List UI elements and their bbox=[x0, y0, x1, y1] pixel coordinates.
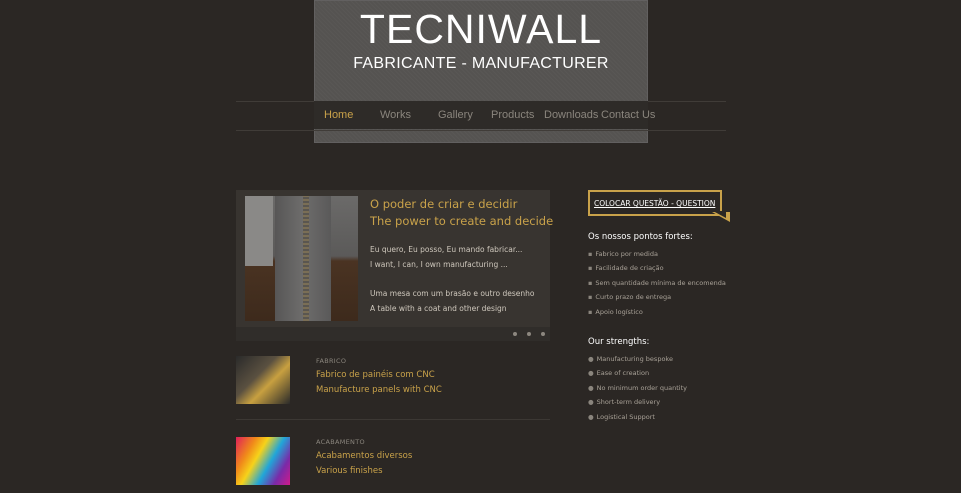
feature-link[interactable]: Various finishes bbox=[316, 466, 383, 476]
bullet-icon: ● bbox=[588, 413, 594, 421]
bullet-icon: ▪ bbox=[588, 264, 593, 272]
slider-dot[interactable] bbox=[513, 332, 517, 336]
bullet-icon: ● bbox=[588, 384, 594, 392]
strength-item: ▪ Fabrico por medida bbox=[588, 250, 658, 258]
slider-text: I want, I can, I own manufacturing ... bbox=[370, 260, 508, 269]
feature-link[interactable]: Fabrico de painéis com CNC bbox=[316, 370, 435, 380]
slider-text: Uma mesa com um brasão e outro desenho bbox=[370, 289, 535, 298]
slider-dot[interactable] bbox=[541, 332, 545, 336]
feature-divider bbox=[236, 419, 550, 420]
feature-thumbnail-acabamento[interactable] bbox=[236, 437, 290, 485]
nav-gallery[interactable]: Gallery bbox=[438, 109, 473, 121]
ask-question-button[interactable]: COLOCAR QUESTÃO - QUESTION bbox=[588, 190, 722, 216]
bullet-icon: ● bbox=[588, 398, 594, 406]
nav-downloads[interactable]: Downloads bbox=[544, 109, 598, 121]
strength-item: ● Short-term delivery bbox=[588, 398, 661, 406]
strength-item: ● No minimum order quantity bbox=[588, 384, 687, 392]
slider-text: A table with a coat and other design bbox=[370, 304, 507, 313]
strengths-heading-pt: Os nossos pontos fortes: bbox=[588, 232, 693, 242]
main-nav: Home Works Gallery Products Downloads Co… bbox=[314, 101, 655, 129]
feature-label: ACABAMENTO bbox=[316, 438, 365, 446]
nav-contact-us[interactable]: Contact Us bbox=[601, 109, 655, 121]
strength-item: ● Ease of creation bbox=[588, 369, 650, 377]
strength-item: ▪ Sem quantidade mínima de encomenda bbox=[588, 279, 726, 287]
nav-products[interactable]: Products bbox=[491, 109, 534, 121]
featured-slider: O poder de criar e decidir The power to … bbox=[236, 190, 554, 341]
slider-dot[interactable] bbox=[527, 332, 531, 336]
bullet-icon: ▪ bbox=[588, 308, 593, 316]
bullet-icon: ▪ bbox=[588, 293, 593, 301]
bullet-icon: ▪ bbox=[588, 279, 593, 287]
strengths-heading-en: Our strengths: bbox=[588, 337, 650, 347]
feature-link[interactable]: Acabamentos diversos bbox=[316, 451, 412, 461]
site-title: TECNIWALL bbox=[359, 6, 603, 52]
bullet-icon: ● bbox=[588, 355, 594, 363]
feature-label: FABRICO bbox=[316, 357, 347, 365]
strength-item: ● Manufacturing bespoke bbox=[588, 355, 673, 363]
feature-link[interactable]: Manufacture panels with CNC bbox=[316, 385, 442, 395]
speech-bubble-tail-inner bbox=[713, 211, 726, 218]
slider-pager bbox=[236, 327, 550, 341]
nav-works[interactable]: Works bbox=[380, 109, 411, 121]
slider-title-en: The power to create and decide bbox=[370, 214, 554, 228]
strength-item: ● Logistical Support bbox=[588, 413, 655, 421]
slider-text: Eu quero, Eu posso, Eu mando fabricar... bbox=[370, 245, 523, 254]
nav-divider-bottom bbox=[236, 130, 726, 131]
bullet-icon: ▪ bbox=[588, 250, 593, 258]
feature-thumbnail-fabrico[interactable] bbox=[236, 356, 290, 404]
strength-item: ▪ Curto prazo de entrega bbox=[588, 293, 672, 301]
slider-image bbox=[245, 196, 358, 321]
bullet-icon: ● bbox=[588, 369, 594, 377]
strength-item: ▪ Apoio logístico bbox=[588, 308, 643, 316]
nav-home[interactable]: Home bbox=[324, 109, 353, 121]
strength-item: ▪ Facilidade de criação bbox=[588, 264, 664, 272]
slider-title-pt: O poder de criar e decidir bbox=[370, 197, 518, 211]
site-subtitle: FABRICANTE - MANUFACTURER bbox=[353, 55, 609, 72]
ask-question-label[interactable]: COLOCAR QUESTÃO - QUESTION bbox=[594, 199, 715, 208]
